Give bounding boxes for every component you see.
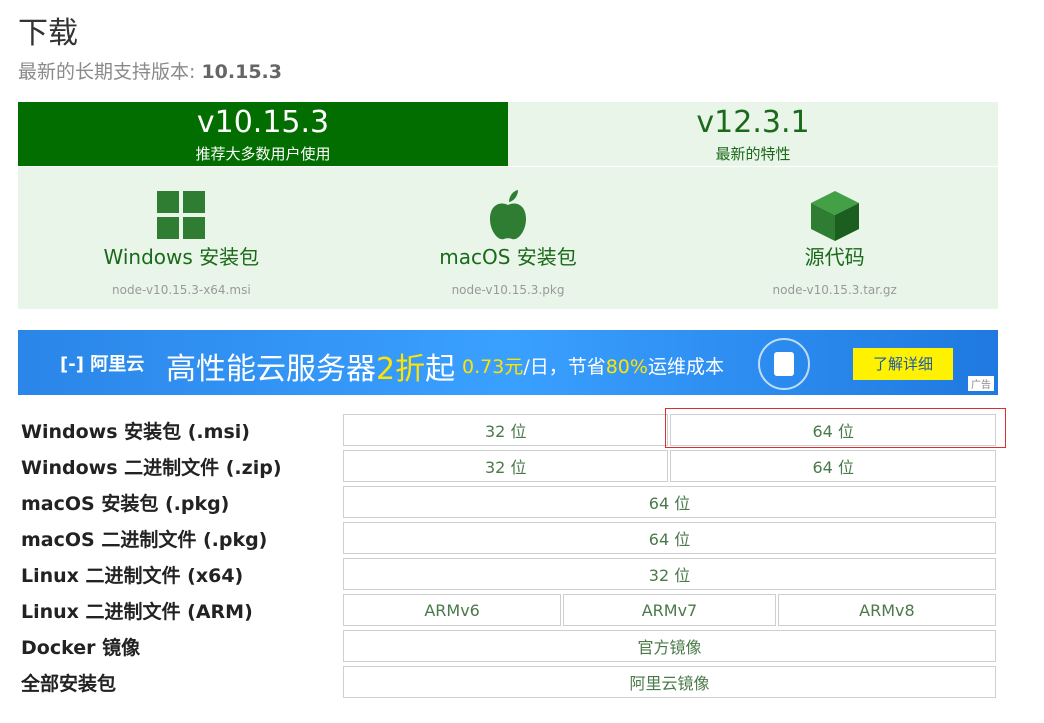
download-windows[interactable]: Windows 安装包 node-v10.15.3-x64.msi [18,167,345,309]
subtitle-label: 最新的长期支持版本: [18,61,196,83]
download-table: Windows 安装包 (.msi) 32 位 64 位 Windows 二进制… [18,410,998,702]
table-row: Linux 二进制文件 (x64) 32 位 [20,558,996,590]
tab-lts-desc: 推荐大多数用户使用 [195,145,331,163]
download-source-file: node-v10.15.3.tar.gz [772,283,897,297]
ad-slogan-a: 高性能云服务器 [166,352,376,387]
row-label: Linux 二进制文件 (x64) [21,564,244,587]
download-macos-file: node-v10.15.3.pkg [451,283,565,297]
ad-logo: [-] 阿里云 [60,350,144,376]
download-cell[interactable]: 官方镜像 [343,630,996,662]
ad-promo: 0.73元/日，节省80%运维成本 [462,352,724,379]
row-label: Linux 二进制文件 (ARM) [21,600,253,623]
lts-version: 10.15.3 [201,61,282,83]
download-cell[interactable]: 64 位 [670,414,996,446]
row-label: macOS 安装包 (.pkg) [21,492,230,515]
ad-cta-button[interactable]: 了解详细 [853,348,953,380]
ad-promo-d: 运维成本 [647,356,724,378]
row-label: Windows 安装包 (.msi) [21,420,250,443]
tab-current[interactable]: v12.3.1 最新的特性 [508,102,998,166]
tab-current-version: v12.3.1 [696,105,810,140]
tab-lts[interactable]: v10.15.3 推荐大多数用户使用 [18,102,508,166]
table-row: Windows 二进制文件 (.zip) 32 位 64 位 [20,450,996,482]
download-source[interactable]: 源代码 node-v10.15.3.tar.gz [671,167,998,309]
ad-tag: 广告 [968,376,994,391]
download-cell[interactable]: 阿里云镜像 [343,666,996,698]
row-label: 全部安装包 [21,672,117,695]
download-cell[interactable]: 32 位 [343,558,996,590]
download-windows-file: node-v10.15.3-x64.msi [112,283,251,297]
download-cell[interactable]: 32 位 [343,450,669,482]
download-cell[interactable]: ARMv6 [343,594,562,626]
table-row: macOS 安装包 (.pkg) 64 位 [20,486,996,518]
table-row: macOS 二进制文件 (.pkg) 64 位 [20,522,996,554]
download-cell[interactable]: 32 位 [343,414,669,446]
ad-promo-b: /日，节省 [523,356,606,378]
row-label: macOS 二进制文件 (.pkg) [21,528,268,551]
download-cell[interactable]: ARMv7 [563,594,776,626]
row-label: Docker 镜像 [21,636,141,659]
ad-logo-text: 阿里云 [90,354,145,375]
download-cell[interactable]: 64 位 [343,486,996,518]
download-panel: Windows 安装包 node-v10.15.3-x64.msi macOS … [18,167,998,309]
tab-current-desc: 最新的特性 [715,145,791,163]
download-macos-label: macOS 安装包 [439,245,577,269]
table-row: Docker 镜像 官方镜像 [20,630,996,662]
aliyun-icon: [-] [60,354,84,375]
ad-banner[interactable]: [-] 阿里云 高性能云服务器2折起 0.73元/日，节省80%运维成本 了解详… [18,330,998,395]
download-macos[interactable]: macOS 安装包 node-v10.15.3.pkg [345,167,672,309]
download-windows-label: Windows 安装包 [103,245,260,269]
page-title: 下载 [18,16,78,51]
server-icon [758,338,810,390]
box-icon [810,191,859,241]
download-cell[interactable]: 64 位 [670,450,996,482]
download-cell[interactable]: 64 位 [343,522,996,554]
apple-icon [490,190,526,240]
page-subtitle: 最新的长期支持版本: 10.15.3 [18,57,282,84]
ad-promo-pct: 80% [605,356,648,378]
table-row: Windows 安装包 (.msi) 32 位 64 位 [20,414,996,446]
ad-slogan-b: 2折 [376,352,426,387]
download-cell[interactable]: ARMv8 [777,594,996,626]
windows-icon [157,191,206,239]
ad-slogan-c: 起 [425,352,456,387]
tab-lts-version: v10.15.3 [196,105,330,140]
version-tabs: v10.15.3 推荐大多数用户使用 v12.3.1 最新的特性 [18,102,998,166]
table-row: Linux 二进制文件 (ARM) ARMv6 ARMv7 ARMv8 [20,594,996,626]
table-row: 全部安装包 阿里云镜像 [20,666,996,698]
ad-promo-price: 0.73元 [462,356,524,378]
row-label: Windows 二进制文件 (.zip) [21,456,282,479]
ad-slogan: 高性能云服务器2折起 [166,344,455,388]
download-source-label: 源代码 [804,245,865,269]
